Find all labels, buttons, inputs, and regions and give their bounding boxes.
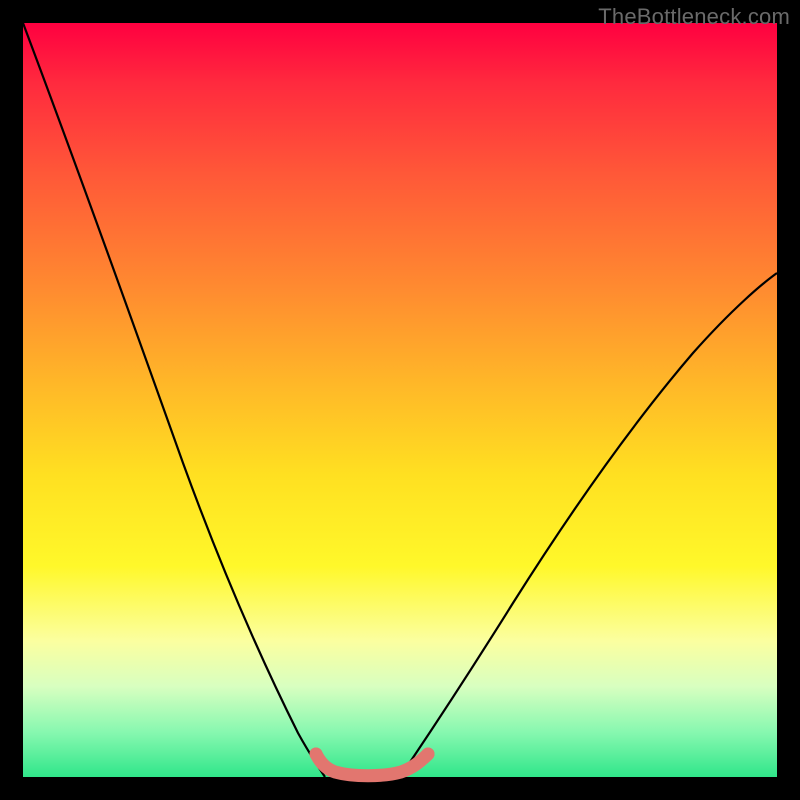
bottom-pink-band — [316, 754, 428, 776]
right-curve — [400, 273, 777, 777]
left-curve — [23, 23, 325, 777]
chart-curves-layer — [23, 23, 777, 777]
left-curve-end-dot — [310, 748, 323, 761]
watermark-text: TheBottleneck.com — [598, 4, 790, 30]
right-curve-start-dot — [422, 748, 435, 761]
